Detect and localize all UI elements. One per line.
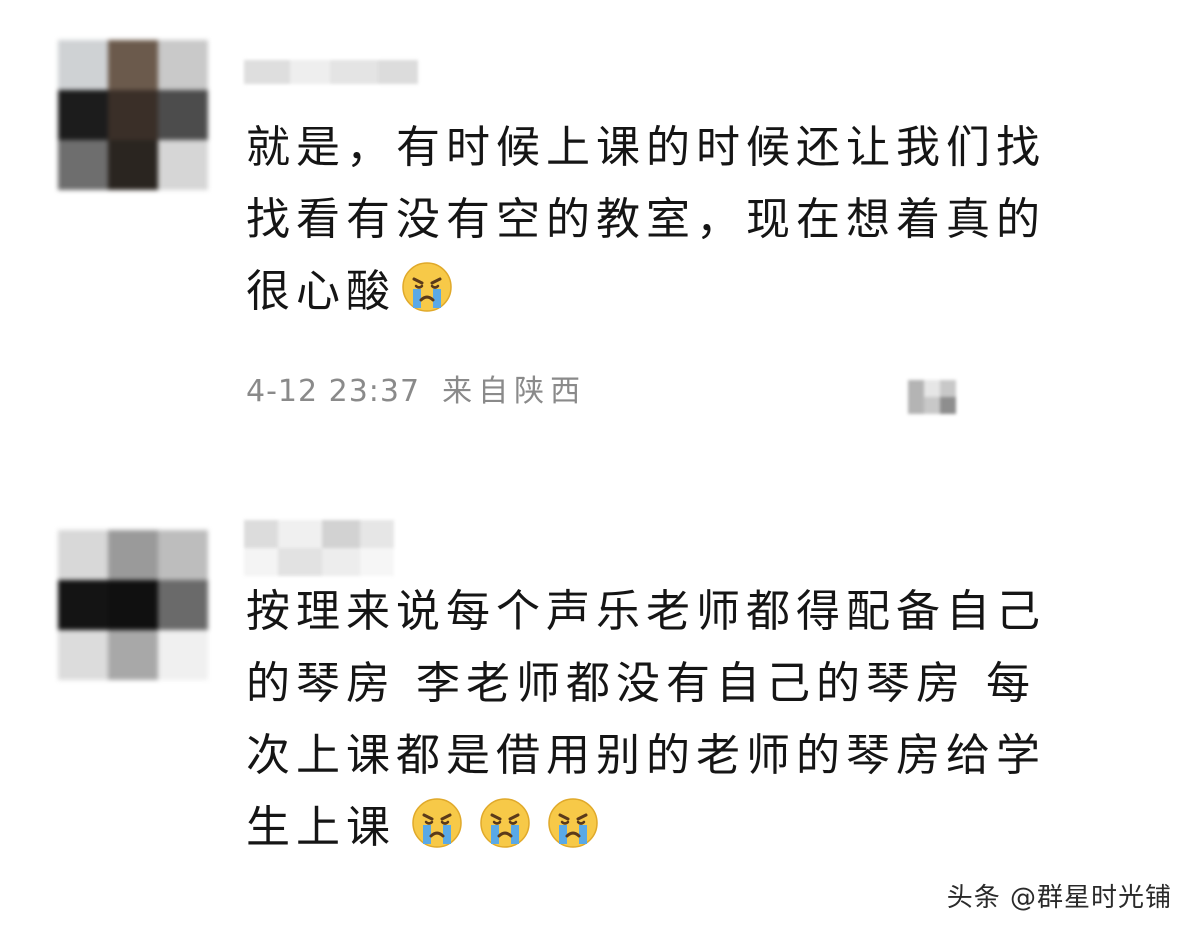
comment-meta: 4-12 23:37 来自陕西 [246, 366, 586, 410]
comment-time: 4-12 23:37 [246, 374, 421, 409]
comment-item: 按理来说每个声乐老师都得配备自己 的琴房 李老师都没有自己的琴房 每 次上课都是… [0, 470, 1200, 936]
like-icon[interactable] [908, 380, 956, 414]
comment-item: 就是，有时候上课的时候还让我们找 找看有没有空的教室，现在想着真的 很心酸 4-… [0, 0, 1200, 470]
comment-location: 来自陕西 [442, 374, 587, 409]
avatar[interactable] [58, 530, 208, 680]
watermark: 头条 @群星时光铺 [946, 883, 1172, 913]
comment-text: 按理来说每个声乐老师都得配备自己 的琴房 李老师都没有自己的琴房 每 次上课都是… [246, 576, 1156, 864]
username[interactable] [244, 60, 418, 84]
crying-emoji-icon [478, 796, 532, 850]
username[interactable] [244, 520, 394, 576]
comment-text-line: 按理来说每个声乐老师都得配备自己 [246, 586, 1046, 637]
comment-text-line: 的琴房 李老师都没有自己的琴房 每 [246, 658, 1036, 709]
comment-text-line: 很心酸 [246, 256, 1156, 328]
comment-text-line: 就是，有时候上课的时候还让我们找 [246, 122, 1046, 173]
crying-emoji-icon [410, 796, 464, 850]
crying-emoji-icon [546, 796, 600, 850]
comment-text-line: 找看有没有空的教室，现在想着真的 [246, 194, 1046, 245]
comment-text-line: 次上课都是借用别的老师的琴房给学 [246, 730, 1046, 781]
comment-text-fragment: 生上课 [246, 802, 396, 853]
avatar[interactable] [58, 40, 208, 190]
comment-text-line: 生上课 [246, 792, 1156, 864]
comment-text-fragment: 很心酸 [246, 266, 396, 317]
crying-emoji-icon [400, 260, 454, 314]
comment-text: 就是，有时候上课的时候还让我们找 找看有没有空的教室，现在想着真的 很心酸 [246, 112, 1156, 328]
